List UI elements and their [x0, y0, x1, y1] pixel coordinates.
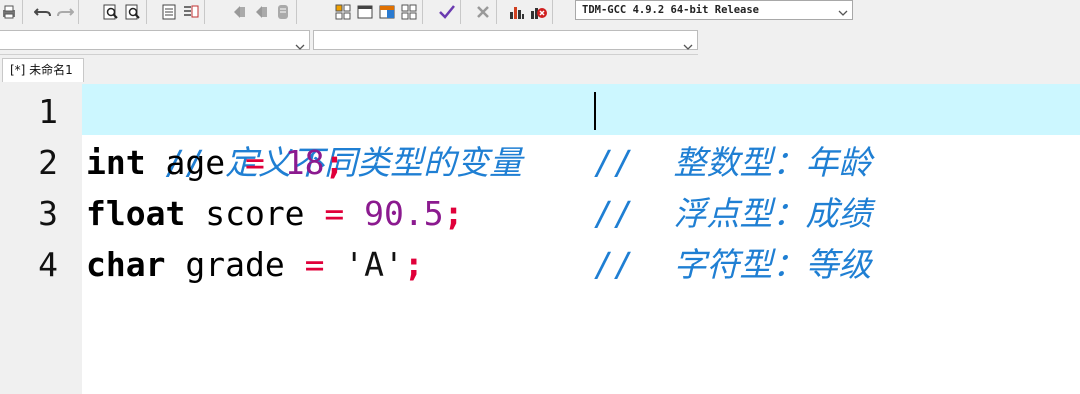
code-line-1: // 定义不同类型的变量 — [86, 86, 522, 182]
code-line-4: char grade = 'A'; — [86, 239, 424, 290]
code-line-2: int age = 18; — [86, 137, 344, 188]
close-icon[interactable] — [474, 3, 492, 21]
grid-icon[interactable] — [334, 3, 352, 21]
code-number: 18 — [264, 143, 325, 182]
line-number: 4 — [38, 245, 58, 284]
code-comment: // 字符型：等级 — [594, 245, 872, 284]
check-syntax-icon[interactable] — [438, 3, 456, 21]
tab-label: [*] 未命名1 — [10, 63, 73, 77]
code-semicolon: ; — [403, 245, 424, 284]
print-icon[interactable] — [0, 3, 18, 21]
code-keyword: char — [86, 245, 166, 284]
window-icon[interactable] — [356, 3, 374, 21]
code-keyword: float — [86, 194, 186, 233]
code-operator: = — [324, 194, 345, 233]
toolbar-group-close — [474, 0, 497, 24]
code-keyword: int — [86, 143, 146, 182]
toolbar-group-chart — [508, 0, 553, 24]
indent-icon[interactable] — [182, 3, 200, 21]
toolbar-group-view — [160, 0, 205, 24]
panel-icon[interactable] — [378, 3, 396, 21]
code-line-3: float score = 90.5; — [86, 188, 464, 239]
code-number: 90.5 — [344, 194, 444, 233]
replace-icon[interactable] — [124, 3, 142, 21]
code-editor[interactable]: 1 2 3 4 // 定义不同类型的变量 int age = 18; // 整数… — [0, 84, 1080, 394]
profile-icon[interactable] — [530, 3, 548, 21]
toggle-bookmark-icon[interactable] — [274, 3, 292, 21]
toolbar-group-undo — [34, 0, 79, 24]
undo-icon[interactable] — [34, 3, 52, 21]
code-identifier: age — [145, 143, 245, 182]
toolbar-group-layout — [334, 0, 423, 24]
main-toolbar: TDM-GCC 4.9.2 64-bit Release — [0, 0, 1080, 26]
chevron-down-icon — [683, 36, 693, 55]
member-select[interactable] — [313, 30, 698, 50]
find-icon[interactable] — [102, 3, 120, 21]
chart-icon[interactable] — [508, 3, 526, 21]
chevron-down-icon — [838, 5, 848, 23]
toolbar-group-print — [0, 0, 23, 24]
code-char-literal: 'A' — [324, 245, 404, 284]
line-number: 1 — [38, 92, 58, 131]
tab-untitled-1[interactable]: [*] 未命名1 — [2, 58, 84, 82]
document-icon[interactable] — [160, 3, 178, 21]
editor-tabs: [*] 未命名1 — [0, 55, 1080, 84]
text-caret — [594, 92, 596, 130]
code-semicolon: ; — [324, 143, 345, 182]
toolbar-group-check — [438, 0, 461, 24]
code-operator: = — [244, 143, 265, 182]
redo-icon[interactable] — [56, 3, 74, 21]
line-number: 2 — [38, 143, 58, 182]
prev-bookmark-icon[interactable] — [230, 3, 248, 21]
compiler-select[interactable]: TDM-GCC 4.9.2 64-bit Release — [575, 0, 853, 20]
code-identifier: grade — [165, 245, 305, 284]
class-select[interactable] — [0, 30, 310, 50]
line-number-gutter: 1 2 3 4 — [0, 84, 82, 394]
toolbar-group-nav — [230, 0, 297, 24]
toolbar-group-search — [102, 0, 147, 24]
code-comment: // 整数型：年龄 — [594, 143, 872, 182]
chevron-down-icon — [295, 36, 305, 55]
code-comment: // 浮点型：成绩 — [594, 194, 872, 233]
tiles-icon[interactable] — [400, 3, 418, 21]
code-operator: = — [304, 245, 325, 284]
compiler-select-value: TDM-GCC 4.9.2 64-bit Release — [582, 4, 760, 16]
line-number: 3 — [38, 194, 58, 233]
class-member-bar — [0, 26, 1080, 54]
code-identifier: score — [185, 194, 325, 233]
code-semicolon: ; — [443, 194, 464, 233]
next-bookmark-icon[interactable] — [252, 3, 270, 21]
